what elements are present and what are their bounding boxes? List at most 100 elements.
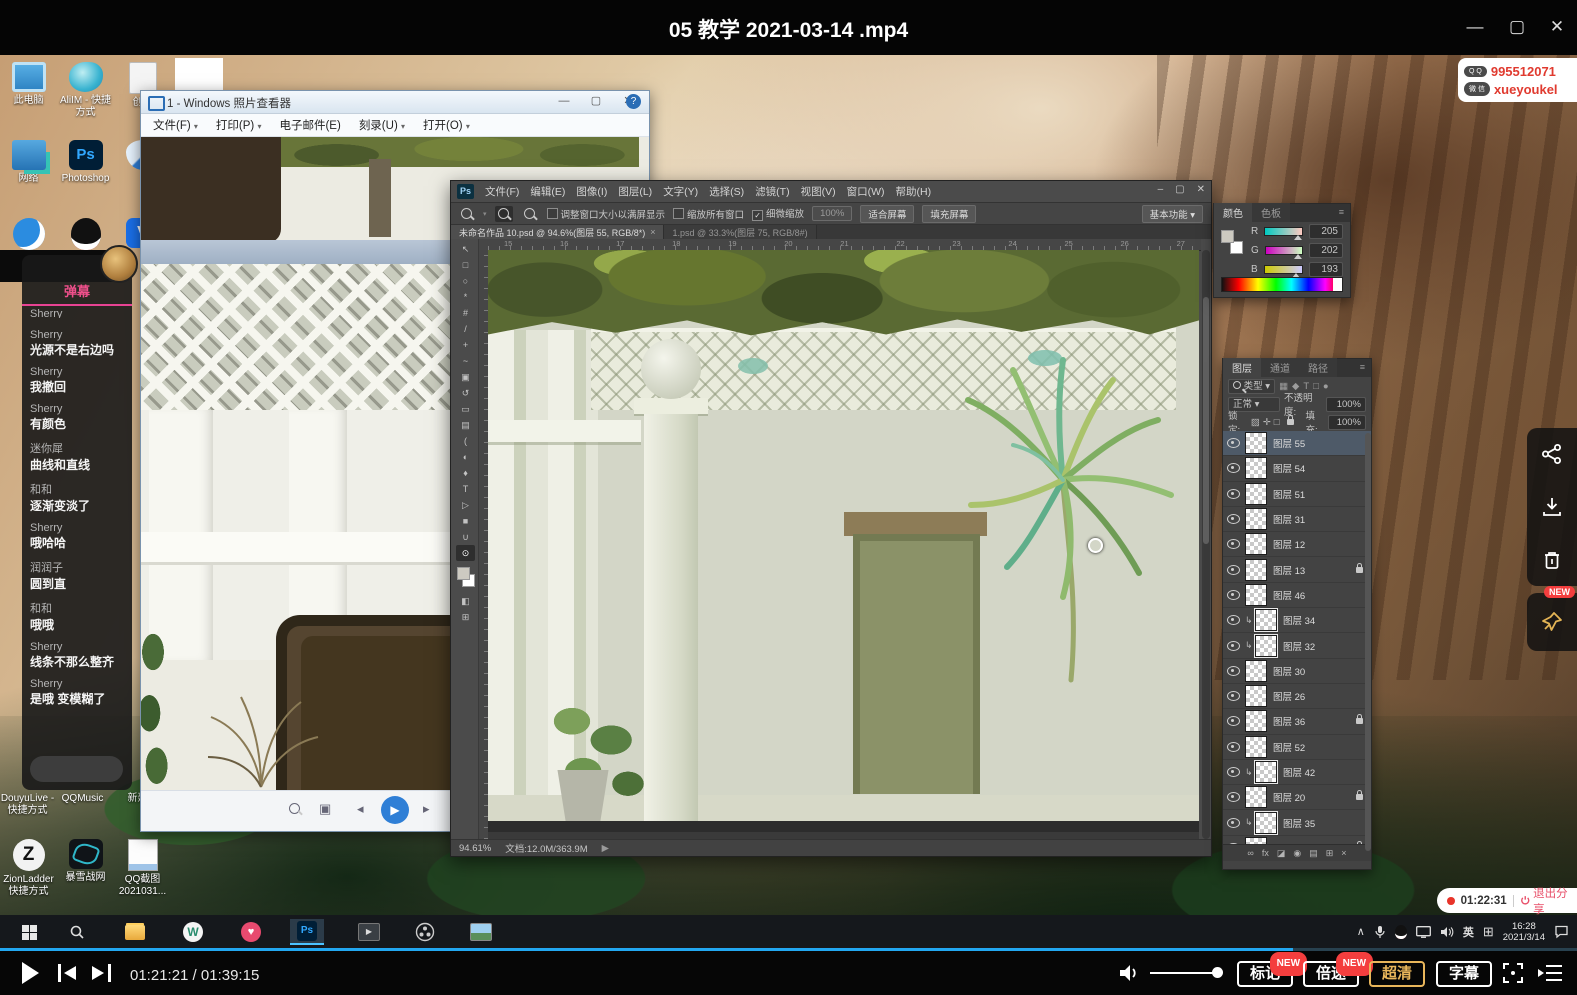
layer-row[interactable]: ↳ 图层 36	[1223, 709, 1371, 734]
quick-mask-icon[interactable]: ◧	[456, 593, 475, 609]
layer-row[interactable]: ↳ 图层 16	[1223, 836, 1371, 844]
zoom-100-button[interactable]: 100%	[812, 206, 852, 221]
desktop-icon[interactable]: AliIM - 快捷方式	[57, 58, 114, 136]
layer-thumbnail[interactable]	[1255, 761, 1277, 783]
layer-thumbnail[interactable]	[1245, 533, 1267, 555]
layer-name[interactable]: 图层 32	[1283, 639, 1371, 653]
layer-visibility-eye-icon[interactable]	[1227, 742, 1240, 752]
layer-row[interactable]: ↳ 图层 46	[1223, 583, 1371, 608]
status-expand-icon[interactable]: ▶	[602, 843, 609, 854]
layer-visibility-eye-icon[interactable]	[1227, 767, 1240, 777]
video-frame[interactable]: 此电脑 AliIM - 快捷方式 创作 网络	[0, 55, 1577, 948]
layer-name[interactable]: 图层 36	[1273, 714, 1356, 728]
minimize-button[interactable]: —	[1462, 14, 1488, 40]
desktop-icon[interactable]: ZionLadder 快捷方式	[0, 835, 57, 913]
tool-brush-icon[interactable]: ~	[456, 353, 475, 369]
layer-visibility-eye-icon[interactable]	[1227, 539, 1240, 549]
quality-button[interactable]: 超清	[1369, 961, 1425, 987]
layer-visibility-eye-icon[interactable]	[1227, 565, 1240, 575]
panel-menu-icon[interactable]: ≡	[1339, 207, 1346, 217]
layer-visibility-eye-icon[interactable]	[1227, 489, 1240, 499]
taskbar-photoshop-icon[interactable]: Ps	[290, 919, 324, 945]
desktop-icon[interactable]: Photoshop	[57, 136, 114, 214]
ps-menu-item[interactable]: 图像(I)	[576, 184, 607, 199]
tray-touch-keyboard-icon[interactable]: ⊞	[1483, 924, 1494, 940]
tool-eyedropper-icon[interactable]: /	[456, 321, 475, 337]
layer-thumbnail[interactable]	[1245, 837, 1267, 844]
ps-menu-item[interactable]: 图层(L)	[618, 184, 652, 199]
layer-row[interactable]: ↳ 图层 12	[1223, 532, 1371, 557]
ps-menu-item[interactable]: 编辑(E)	[530, 184, 565, 199]
tool-marquee-icon[interactable]: □	[456, 257, 475, 273]
layer-visibility-eye-icon[interactable]	[1227, 666, 1240, 676]
layer-name[interactable]: 图层 52	[1273, 740, 1371, 754]
zoom-tool-preset-icon[interactable]	[457, 206, 475, 222]
pv-zoom-icon[interactable]	[289, 801, 300, 819]
layer-row[interactable]: ↳ 图层 51	[1223, 482, 1371, 507]
layer-visibility-eye-icon[interactable]	[1227, 615, 1240, 625]
layer-row[interactable]: ↳ 图层 31	[1223, 507, 1371, 532]
desktop-icon-label[interactable]: QQMusic	[55, 793, 110, 817]
tool-shape-icon[interactable]: ■	[456, 513, 475, 529]
layer-row[interactable]: ↳ 图层 52	[1223, 735, 1371, 760]
layer-name[interactable]: 图层 34	[1283, 613, 1371, 627]
taskbar-explorer-icon[interactable]	[122, 919, 148, 945]
pv-actual-size-icon[interactable]: ▣	[319, 801, 331, 817]
layer-filter-type[interactable]: 类型 ▾	[1228, 379, 1275, 394]
red-value[interactable]: 205	[1309, 224, 1343, 239]
layer-visibility-eye-icon[interactable]	[1227, 792, 1240, 802]
layer-name[interactable]: 图层 35	[1283, 816, 1371, 830]
ps-minimize-button[interactable]: –	[1158, 184, 1164, 195]
ps-menu-item[interactable]: 帮助(H)	[896, 184, 932, 199]
pin-icon[interactable]	[1540, 610, 1564, 634]
green-value[interactable]: 202	[1309, 243, 1343, 258]
desktop-icon[interactable]: QQ截图 2021031...	[114, 835, 171, 913]
desktop-icon[interactable]: 此电脑	[0, 58, 57, 136]
ps-menu-item[interactable]: 窗口(W)	[847, 184, 885, 199]
layer-name[interactable]: 图层 30	[1273, 664, 1371, 678]
volume-slider-handle[interactable]	[1212, 967, 1223, 978]
layer-visibility-eye-icon[interactable]	[1227, 438, 1240, 448]
layer-name[interactable]: 图层 16	[1273, 841, 1356, 844]
red-slider[interactable]	[1264, 227, 1303, 236]
share-icon[interactable]	[1541, 443, 1563, 465]
layer-name[interactable]: 图层 54	[1273, 461, 1371, 475]
streamer-avatar[interactable]	[100, 245, 138, 283]
tab-paths[interactable]: 路径	[1299, 358, 1337, 377]
desktop-icon[interactable]: 暴雪战网	[57, 835, 114, 913]
delete-layer-icon[interactable]: ×	[1341, 848, 1346, 858]
layer-visibility-eye-icon[interactable]	[1227, 463, 1240, 473]
link-layers-icon[interactable]: ∞	[1247, 848, 1253, 858]
volume-slider[interactable]	[1150, 972, 1218, 974]
taskbar-photos-icon[interactable]	[468, 919, 494, 945]
tab-swatches[interactable]: 色板	[1252, 203, 1290, 222]
tool-type-icon[interactable]: T	[456, 481, 475, 497]
tray-expand-icon[interactable]: ∧	[1357, 925, 1365, 938]
layer-thumbnail[interactable]	[1245, 660, 1267, 682]
layer-thumbnail[interactable]	[1245, 559, 1267, 581]
pv-slideshow-button[interactable]: ▶	[381, 796, 409, 824]
opt-scrubby-zoom[interactable]: 细微缩放	[752, 206, 804, 221]
pv-minimize-button[interactable]: —	[549, 94, 579, 110]
document-tab[interactable]: 未命名作品 10.psd @ 94.6%(图层 55, RGB/8*)×	[451, 225, 664, 239]
screen-mode-icon[interactable]: ⊞	[456, 609, 475, 625]
layer-name[interactable]: 图层 55	[1273, 436, 1371, 450]
pv-maximize-button[interactable]: ▢	[581, 94, 611, 110]
layer-thumbnail[interactable]	[1245, 508, 1267, 530]
tool-blur-icon[interactable]: (	[456, 433, 475, 449]
tool-dodge-icon[interactable]: ◐	[456, 449, 475, 465]
tab-channels[interactable]: 通道	[1261, 358, 1299, 377]
layer-thumbnail[interactable]	[1245, 786, 1267, 808]
tray-volume-icon[interactable]	[1440, 926, 1454, 938]
layer-visibility-eye-icon[interactable]	[1227, 818, 1240, 828]
pv-next-icon[interactable]: ▸	[423, 801, 430, 817]
tab-layers[interactable]: 图层	[1223, 358, 1261, 377]
desktop-icon-label[interactable]: DouyuLive - 快捷方式	[0, 793, 55, 817]
tool-clone-icon[interactable]: ▣	[456, 369, 475, 385]
layer-name[interactable]: 图层 12	[1273, 537, 1371, 551]
layer-visibility-eye-icon[interactable]	[1227, 691, 1240, 701]
lock-icons[interactable]: ▨✛□	[1251, 417, 1283, 428]
tool-gradient-icon[interactable]: ▤	[456, 417, 475, 433]
pv-menu-item[interactable]: 打印(P) ▾	[216, 117, 262, 133]
tool-history-icon[interactable]: ↺	[456, 385, 475, 401]
